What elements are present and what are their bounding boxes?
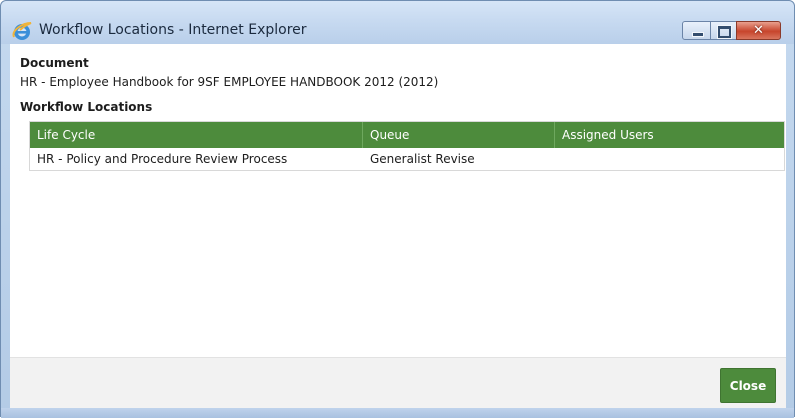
workflow-locations-table: Life Cycle Queue Assigned Users HR - Pol… (29, 121, 785, 171)
close-icon: ✕ (753, 23, 764, 38)
column-header-life-cycle[interactable]: Life Cycle (30, 122, 363, 148)
ie-window: Workflow Locations - Internet Explorer ✕… (0, 0, 795, 418)
close-button[interactable]: Close (720, 368, 776, 403)
table-row[interactable]: HR - Policy and Procedure Review Process… (30, 148, 784, 170)
maximize-icon (717, 25, 732, 39)
workflow-locations-label: Workflow Locations (20, 100, 153, 114)
title-bar[interactable]: Workflow Locations - Internet Explorer ✕ (1, 1, 794, 44)
cell-queue: Generalist Revise (370, 152, 475, 166)
column-header-queue[interactable]: Queue (363, 122, 555, 148)
cell-assigned-users (555, 148, 784, 170)
window-close-button[interactable]: ✕ (736, 21, 781, 40)
maximize-button[interactable] (711, 21, 736, 40)
table-header: Life Cycle Queue Assigned Users (30, 122, 784, 148)
internet-explorer-icon (12, 22, 32, 40)
cell-life-cycle: HR - Policy and Procedure Review Process (37, 152, 288, 166)
document-label: Document (20, 56, 89, 70)
window-controls: ✕ (682, 21, 781, 40)
window-title: Workflow Locations - Internet Explorer (39, 22, 307, 38)
minimize-icon (692, 32, 704, 37)
dialog-content (10, 44, 786, 357)
column-header-assigned-users[interactable]: Assigned Users (555, 122, 784, 148)
document-value: HR - Employee Handbook for 9SF EMPLOYEE … (20, 75, 439, 89)
dialog-footer: Close (10, 357, 786, 409)
minimize-button[interactable] (682, 21, 711, 40)
